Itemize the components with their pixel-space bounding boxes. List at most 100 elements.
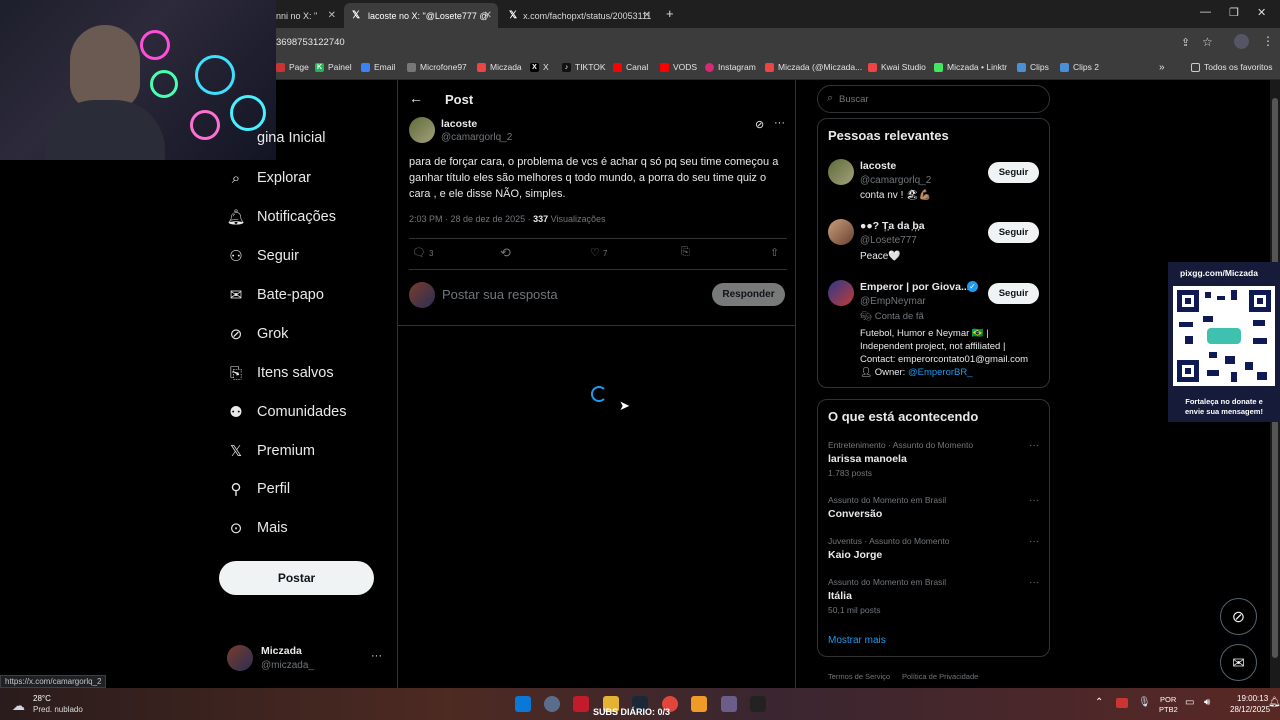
nav-more[interactable]: ⊙ Mais — [227, 519, 288, 537]
nav-profile[interactable]: ⚲ Perfil — [227, 480, 291, 498]
more-bookmarks-icon[interactable]: » — [1159, 62, 1165, 73]
close-tab-icon[interactable]: ✕ — [328, 10, 336, 21]
author-avatar[interactable] — [409, 117, 435, 143]
person-name[interactable]: ●●? T᷊᷊a da ᷊b᷊᷊a — [860, 220, 925, 232]
trend-name[interactable]: Kaio Jorge — [828, 549, 882, 561]
bookmark-item[interactable]: Miczada (@Miczada... — [765, 62, 862, 72]
weather-desc[interactable]: Pred. nublado — [33, 705, 83, 714]
share-icon[interactable]: ⇧ — [770, 246, 779, 259]
privacy-link[interactable]: Política de Privacidade — [902, 672, 978, 681]
tray-app-icon[interactable] — [1116, 698, 1128, 708]
nav-premium[interactable]: 𝕏 Premium — [227, 442, 315, 460]
maximize-icon[interactable]: ❐ — [1229, 6, 1239, 19]
settings-gear-icon[interactable] — [544, 696, 560, 712]
author-name[interactable]: lacoste — [441, 118, 477, 130]
browser-tab[interactable]: 𝕏 x.com/fachopxt/status/20053111 ✕ — [503, 3, 657, 28]
voice-app-icon[interactable] — [573, 696, 589, 712]
author-handle[interactable]: @camargorlq_2 — [441, 132, 512, 143]
back-arrow-icon[interactable]: ← — [409, 90, 423, 106]
bookmark-item[interactable]: Instagram — [705, 62, 756, 72]
terms-link[interactable]: Termos de Serviço — [828, 672, 890, 681]
nav-grok[interactable]: ⊘ Grok — [227, 325, 289, 343]
person-handle[interactable]: @Losete777 — [860, 235, 917, 246]
more-options-icon[interactable]: ··· — [774, 117, 785, 129]
profile-avatar-icon[interactable] — [1234, 34, 1249, 49]
minimize-icon[interactable]: — — [1200, 6, 1211, 18]
bookmark-item[interactable]: Email — [361, 62, 395, 72]
bookmark-item[interactable]: Canal — [613, 62, 648, 72]
trend-more-icon[interactable]: ··· — [1029, 577, 1039, 588]
nav-home[interactable]: gina Inicial — [227, 130, 326, 146]
repost-icon[interactable]: ⟲ — [500, 245, 511, 261]
show-more-link[interactable]: Mostrar mais — [828, 635, 886, 646]
trend-more-icon[interactable]: ··· — [1029, 536, 1039, 547]
post-button[interactable]: Postar — [219, 561, 374, 595]
trend-name[interactable]: Itália — [828, 590, 852, 602]
grok-fab-icon[interactable]: ⊘ — [1220, 598, 1257, 635]
install-app-icon[interactable]: ⇪ — [1181, 36, 1190, 49]
app-icon[interactable] — [691, 696, 707, 712]
new-tab-icon[interactable]: + — [666, 6, 674, 21]
grok-icon[interactable]: ⊘ — [755, 118, 764, 131]
bookmark-item[interactable]: XX — [530, 62, 549, 72]
person-name[interactable]: Emperor | por Giova... — [860, 281, 970, 293]
reply-button[interactable]: Responder — [712, 283, 785, 306]
bookmark-item[interactable]: ♪ TIKTOK — [562, 62, 606, 72]
bookmark-item[interactable]: Kwai Studio — [868, 62, 926, 72]
person-avatar[interactable] — [828, 280, 854, 306]
follow-button[interactable]: Seguir — [988, 162, 1039, 183]
all-favorites-folder[interactable]: Todos os favoritos — [1191, 62, 1273, 72]
nav-chat[interactable]: ✉ Bate-papo — [227, 286, 324, 304]
browser-tab[interactable]: nni no X: " ✕ — [270, 3, 342, 28]
input-layout[interactable]: PTB2 — [1159, 705, 1178, 714]
owner-link[interactable]: @EmperorBR_ — [908, 367, 973, 378]
close-tab-icon[interactable]: ✕ — [643, 10, 651, 21]
person-handle[interactable]: @camargorlq_2 — [860, 175, 931, 186]
follow-button[interactable]: Seguir — [988, 283, 1039, 304]
trend-more-icon[interactable]: ··· — [1029, 440, 1039, 451]
browser-tab-active[interactable]: 𝕏 lacoste no X: "@Losete777 @ ✕ — [344, 3, 498, 28]
account-menu-icon[interactable]: ··· — [371, 650, 382, 662]
reply-input[interactable]: Postar sua resposta — [442, 287, 558, 302]
notification-bell-icon[interactable]: 🔔︎ — [1268, 697, 1280, 708]
volume-icon[interactable]: 🔊︎ — [1204, 697, 1210, 708]
network-icon[interactable]: ▭ — [1185, 697, 1194, 708]
search-input[interactable]: Buscar — [839, 94, 869, 105]
person-name[interactable]: lacoste — [860, 160, 896, 172]
trend-more-icon[interactable]: ··· — [1029, 495, 1039, 506]
trend-name[interactable]: larissa manoela — [828, 453, 907, 465]
search-bar[interactable]: ⌕ Buscar — [817, 85, 1050, 113]
star-icon[interactable]: ☆ — [1202, 35, 1213, 49]
bookmark-item[interactable]: VODS — [660, 62, 697, 72]
person-avatar[interactable] — [828, 159, 854, 185]
clock-time[interactable]: 19:00:13 — [1237, 694, 1268, 703]
close-window-icon[interactable]: ✕ — [1257, 6, 1266, 19]
trend-name[interactable]: Conversão — [828, 508, 882, 520]
reply-action[interactable]: 🗨︎ 3 — [412, 246, 433, 259]
bookmark-item[interactable]: Page — [276, 62, 309, 72]
menu-icon[interactable]: ⋮ — [1262, 34, 1274, 48]
nav-bookmarks[interactable]: ⎘ Itens salvos — [227, 364, 334, 382]
messages-fab-icon[interactable]: ✉ — [1220, 644, 1257, 681]
nav-communities[interactable]: ⚉ Comunidades — [227, 403, 346, 421]
nav-notifications[interactable]: 🔔︎ Notificações — [226, 208, 336, 226]
bookmark-item[interactable]: Miczada • Linktr — [934, 62, 1007, 72]
microphone-icon[interactable]: 🎙︎ — [1138, 697, 1151, 708]
like-action[interactable]: ♡ 7 — [590, 246, 607, 259]
tray-chevron-icon[interactable]: ⌃ — [1095, 697, 1103, 708]
bookmark-icon[interactable]: ⎘ — [681, 246, 690, 259]
bookmark-item[interactable]: Clips — [1017, 62, 1049, 72]
windows-start-icon[interactable] — [515, 696, 531, 712]
close-tab-icon[interactable]: ✕ — [484, 10, 492, 21]
weather-temp[interactable]: 28°C — [33, 694, 51, 703]
clock-date[interactable]: 28/12/2025 — [1230, 705, 1270, 714]
person-handle[interactable]: @EmpNeymar — [860, 296, 926, 307]
follow-button[interactable]: Seguir — [988, 222, 1039, 243]
input-language[interactable]: POR — [1160, 695, 1176, 704]
app-icon[interactable] — [721, 696, 737, 712]
account-avatar[interactable] — [227, 645, 253, 671]
url-field[interactable]: 3698753122740 — [276, 37, 345, 48]
bookmark-item[interactable]: Microfone97 — [407, 62, 467, 72]
bookmark-item[interactable]: Miczada — [477, 62, 522, 72]
capcut-icon[interactable] — [750, 696, 766, 712]
